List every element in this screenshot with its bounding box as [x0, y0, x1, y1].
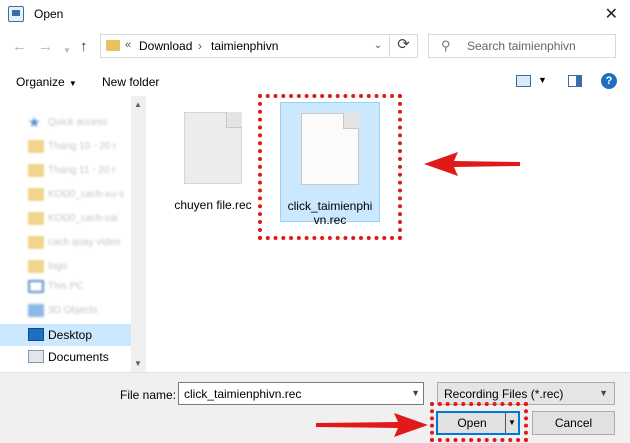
forward-arrow-icon[interactable]: → — [38, 38, 53, 56]
annotation-arrow-left — [424, 152, 520, 176]
sidebar-item-desktop[interactable]: Desktop — [0, 324, 131, 346]
sidebar-item-label: Thang 11 - 20 r — [48, 165, 116, 176]
organize-button[interactable]: Organize ▼ — [16, 75, 77, 89]
recent-locations-chevron-icon[interactable]: ▼ — [63, 42, 71, 60]
breadcrumb-overflow-icon[interactable]: « — [125, 39, 131, 51]
sidebar-item-label: Quick access — [48, 117, 108, 128]
file-type-value: Recording Files (*.rec) — [444, 387, 564, 401]
sidebar-item-folder[interactable]: logo — [0, 256, 131, 278]
breadcrumb-download[interactable]: Download — [139, 39, 192, 53]
sidebar-item-folder[interactable]: Thang 11 - 20 r — [0, 160, 131, 182]
window-title: Open — [34, 7, 64, 21]
folder-icon — [28, 212, 44, 225]
sidebar-item-label: KOD0_cach-cai — [48, 213, 119, 224]
search-icon: ⚲ — [441, 38, 451, 53]
sidebar-item-label: Desktop — [48, 328, 93, 342]
sidebar-scrollbar[interactable]: ▲ ▼ — [131, 96, 146, 372]
view-options-chevron-icon[interactable]: ▼ — [538, 75, 547, 85]
navigation-pane: ★ Quick access Thang 10 - 20 r Thang 11 … — [0, 96, 146, 372]
sidebar-item-label: logo — [48, 261, 67, 272]
command-toolbar: Organize ▼ New folder ▼ ? — [0, 66, 630, 96]
sidebar-item-folder[interactable]: cach quay video — [0, 232, 131, 254]
annotation-arrow-right — [316, 413, 428, 437]
star-icon: ★ — [28, 114, 41, 130]
folder-icon — [28, 188, 44, 201]
folder-icon — [28, 260, 44, 273]
file-selection-bar: File name: click_taimienphivn.rec ▼ Reco… — [0, 372, 630, 443]
cube-icon — [28, 304, 44, 317]
desktop-icon — [28, 328, 44, 341]
breadcrumb-taimienphivn[interactable]: taimienphivn — [211, 39, 278, 53]
up-arrow-icon[interactable]: ↑ — [80, 38, 88, 56]
file-name-label: File name: — [120, 388, 177, 402]
sidebar-item-label: Thang 10 - 20 r — [48, 141, 117, 152]
refresh-icon[interactable]: ⟳ — [389, 34, 417, 58]
sidebar-item-documents[interactable]: Documents — [0, 346, 131, 368]
sidebar-item-label: Documents — [48, 350, 109, 364]
sidebar-item-folder[interactable]: Thang 10 - 20 r — [0, 136, 131, 158]
highlight-box-open — [430, 402, 528, 442]
sidebar-item-3d-objects[interactable]: 3D Objects — [0, 300, 131, 322]
pc-icon — [28, 280, 44, 293]
search-input[interactable]: ⚲ Search taimienphivn — [428, 34, 616, 58]
folder-icon — [28, 236, 44, 249]
chevron-down-icon: ▼ — [599, 388, 608, 398]
folder-icon — [28, 140, 44, 153]
file-icon — [184, 112, 242, 184]
title-bar: Open ✕ — [0, 0, 630, 28]
folder-icon — [106, 40, 120, 51]
sidebar-item-quick-access[interactable]: ★ Quick access — [0, 112, 131, 134]
new-folder-button[interactable]: New folder — [102, 75, 159, 89]
cancel-button[interactable]: Cancel — [532, 411, 615, 435]
chevron-down-icon[interactable]: ▼ — [411, 388, 420, 398]
back-arrow-icon[interactable]: ← — [12, 38, 27, 56]
file-item[interactable]: chuyen file.rec — [163, 102, 263, 212]
highlight-box-file — [258, 94, 402, 240]
sidebar-item-label: KOD0_cach-xu-s — [48, 189, 125, 200]
organize-label: Organize — [16, 75, 65, 89]
sidebar-item-this-pc[interactable]: This PC — [0, 276, 131, 298]
help-icon[interactable]: ? — [601, 73, 617, 89]
file-name-input[interactable]: click_taimienphivn.rec ▼ — [178, 382, 424, 405]
folder-icon — [28, 164, 44, 177]
documents-icon — [28, 350, 44, 363]
preview-pane-icon[interactable] — [568, 75, 582, 87]
search-placeholder: Search taimienphivn — [467, 39, 576, 53]
close-icon[interactable]: ✕ — [605, 4, 618, 24]
chevron-down-icon: ▼ — [66, 79, 77, 88]
address-dropdown-icon[interactable]: ⌄ — [369, 36, 387, 56]
breadcrumb-separator-icon: › — [198, 39, 202, 53]
sidebar-item-label: cach quay video — [48, 237, 121, 248]
file-name: chuyen file.rec — [174, 198, 252, 212]
sidebar-item-folder[interactable]: KOD0_cach-xu-s — [0, 184, 131, 206]
scroll-down-icon[interactable]: ▼ — [134, 359, 142, 368]
change-view-icon[interactable] — [516, 75, 531, 87]
navigation-bar: ← → ▼ ↑ « Download › taimienphivn ⌄ ⟳ ⚲ … — [0, 28, 630, 66]
file-name-value: click_taimienphivn.rec — [184, 387, 302, 401]
scroll-up-icon[interactable]: ▲ — [134, 100, 142, 109]
address-bar[interactable]: « Download › taimienphivn ⌄ ⟳ — [100, 34, 418, 58]
sidebar-item-label: 3D Objects — [48, 305, 98, 316]
sidebar-item-label: This PC — [48, 281, 84, 292]
sidebar-item-folder[interactable]: KOD0_cach-cai — [0, 208, 131, 230]
app-icon — [8, 6, 24, 22]
